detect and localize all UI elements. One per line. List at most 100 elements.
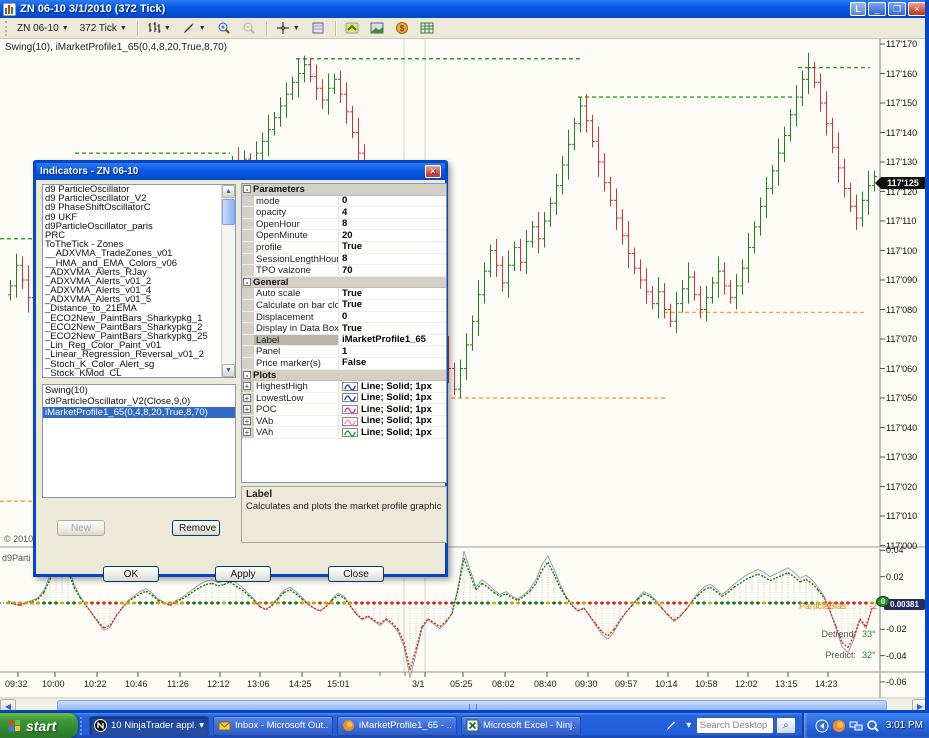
taskbar-button-firefox[interactable]: iMarketProfile1_65 - ... [337, 715, 457, 736]
data-grid-button[interactable] [415, 20, 439, 37]
start-button[interactable]: start [0, 713, 78, 738]
property-value[interactable]: 20 [339, 230, 446, 241]
scrollbar-thumb[interactable] [222, 199, 235, 225]
tray-firefox-icon[interactable] [832, 719, 846, 733]
applied-indicators-list[interactable]: Swing(10) d9ParticleOscillator_V2(Close,9… [42, 384, 236, 498]
tray-back-icon[interactable] [815, 719, 829, 733]
restore-button[interactable]: ❐ [888, 2, 906, 16]
plot-value[interactable]: Line; Solid; 1px [339, 393, 446, 404]
expand-icon[interactable]: + [243, 428, 251, 437]
taskbar-button-ninjatrader[interactable]: 10 NinjaTrader appl... ▾ [89, 715, 209, 736]
property-row[interactable]: OpenMinute 20 [242, 230, 446, 242]
property-row[interactable]: profile True [242, 241, 446, 254]
expand-icon[interactable]: + [243, 393, 251, 402]
plot-value[interactable]: Line; Solid; 1px [339, 427, 446, 438]
account-button[interactable]: $ [390, 20, 414, 37]
chart-style-button[interactable]: ▼ [142, 20, 176, 37]
draw-tools-button[interactable]: ▼ [177, 20, 211, 37]
property-value[interactable]: 8 [339, 254, 446, 265]
instrument-dropdown[interactable]: ZN 06-10 ▼ [12, 20, 74, 37]
scroll-down-icon[interactable]: ▼ [222, 364, 235, 377]
collapse-icon[interactable]: - [243, 185, 251, 194]
search-icon[interactable]: ⌕ [775, 717, 796, 734]
plot-value[interactable]: Line; Solid; 1px [339, 416, 446, 427]
list-scrollbar[interactable]: ▲ ▼ [221, 185, 235, 377]
toolbar-grip[interactable] [5, 20, 9, 36]
property-value[interactable]: 0 [339, 196, 446, 207]
scroll-up-icon[interactable]: ▲ [222, 185, 235, 198]
plot-row[interactable]: + POC Line; Solid; 1px [242, 404, 446, 416]
property-row[interactable]: Displacement 0 [242, 311, 446, 324]
crosshair-button[interactable]: ▼ [271, 20, 305, 37]
indicators-dialog[interactable]: Indicators - ZN 06-10 × ▲ ▼ d9 ParticleO… [33, 160, 448, 582]
close-button[interactable]: × [908, 2, 926, 16]
property-group-header[interactable]: - General [242, 276, 446, 289]
applied-indicator-item[interactable]: d9ParticleOscillator_V2(Close,9,0) [43, 396, 235, 407]
applied-indicator-item[interactable]: iMarketProfile1_65(0,4,8,20,True,8,70) [43, 407, 235, 418]
property-group-header[interactable]: - Plots [242, 369, 446, 382]
window-titlebar[interactable]: ZN 06-10 3/1/2010 (372 Tick) L _ ❐ × [0, 0, 929, 18]
search-desktop-input[interactable] [695, 717, 774, 734]
deskbar-pen-icon[interactable] [664, 718, 678, 734]
data-box-button[interactable] [306, 20, 330, 37]
remove-button[interactable]: Remove [172, 520, 220, 536]
property-row[interactable]: Price marker(s) False [242, 357, 446, 370]
link-button[interactable]: L [850, 2, 866, 16]
property-row[interactable]: OpenHour 8 [242, 218, 446, 231]
property-row[interactable]: mode 0 [242, 195, 446, 208]
plot-value[interactable]: Line; Solid; 1px [339, 381, 446, 392]
expand-icon[interactable]: + [243, 405, 251, 414]
expand-icon[interactable]: + [243, 416, 251, 425]
plot-row[interactable]: + VAh Line; Solid; 1px [242, 427, 446, 440]
ok-button[interactable]: OK [103, 566, 159, 582]
minimize-button[interactable]: _ [868, 2, 886, 16]
snapshot-button[interactable] [365, 20, 389, 37]
property-row[interactable]: Label iMarketProfile1_65 [242, 334, 446, 347]
apply-button[interactable]: Apply [215, 566, 271, 582]
property-row[interactable]: SessionLengthHours 8 [242, 253, 446, 266]
deskbar-options-icon[interactable]: ▾ [682, 718, 696, 734]
taskbar-grip[interactable] [80, 716, 85, 735]
property-row[interactable]: Display in Data Box True [242, 323, 446, 335]
zoom-out-button[interactable] [237, 20, 261, 37]
property-value[interactable]: 1 [339, 346, 446, 357]
property-row[interactable]: Auto scale True [242, 288, 446, 300]
indicator-list-item[interactable]: _Stock_KMod_CL [43, 368, 220, 377]
taskbar-button-excel[interactable]: Microsoft Excel - Ninj... [461, 715, 581, 736]
chart-trader-button[interactable] [340, 20, 364, 37]
property-group-header[interactable]: - Parameters [242, 184, 446, 196]
plot-row[interactable]: + HighestHigh Line; Solid; 1px [242, 381, 446, 393]
property-value[interactable]: True [339, 300, 446, 311]
close-dialog-button[interactable]: Close [328, 566, 384, 582]
dialog-close-icon[interactable]: × [425, 165, 441, 178]
applied-indicator-item[interactable]: Swing(10) [43, 385, 235, 396]
indicator-list-item[interactable]: d9ParticleOscillator_paris [43, 221, 220, 231]
property-row[interactable]: opacity 4 [242, 207, 446, 219]
collapse-icon[interactable]: - [243, 277, 251, 286]
property-value[interactable]: False [339, 358, 446, 369]
interval-dropdown[interactable]: 372 Tick ▼ [75, 20, 132, 37]
property-value[interactable]: True [339, 242, 446, 253]
zoom-in-button[interactable] [212, 20, 236, 37]
property-value[interactable]: iMarketProfile1_65 [339, 335, 446, 346]
property-value[interactable]: True [339, 288, 446, 299]
tray-network-icon[interactable] [849, 719, 863, 733]
plot-row[interactable]: + VAb Line; Solid; 1px [242, 415, 446, 428]
property-value[interactable]: 4 [339, 207, 446, 218]
property-grid[interactable]: - Parameters mode 0 opacity 4 OpenHour 8 OpenMin… [241, 183, 447, 483]
plot-value[interactable]: Line; Solid; 1px [339, 404, 446, 415]
property-row[interactable]: Panel 1 [242, 346, 446, 358]
property-value[interactable]: 8 [339, 219, 446, 230]
dialog-titlebar[interactable]: Indicators - ZN 06-10 × [36, 163, 445, 180]
property-value[interactable]: 70 [339, 265, 446, 276]
tray-search-icon[interactable] [866, 719, 880, 733]
collapse-icon[interactable]: - [243, 370, 251, 379]
taskbar-button-outlook[interactable]: Inbox - Microsoft Out... [213, 715, 333, 736]
property-row[interactable]: TPO valzone 70 [242, 265, 446, 277]
property-value[interactable]: True [339, 323, 446, 334]
new-button[interactable]: New [57, 520, 105, 536]
property-row[interactable]: Calculate on bar closeTrue [242, 299, 446, 312]
plot-row[interactable]: + LowestLow Line; Solid; 1px [242, 392, 446, 405]
property-value[interactable]: 0 [339, 312, 446, 323]
expand-icon[interactable]: + [243, 382, 251, 391]
